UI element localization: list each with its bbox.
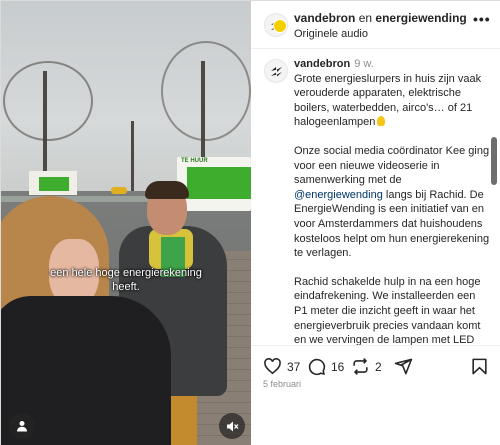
post-date: 5 februari — [263, 379, 302, 389]
bookmark-icon — [472, 358, 487, 375]
repost-icon — [353, 358, 368, 375]
caption-comment: vandebron 9 w. Grote energieslurpers in h… — [251, 49, 500, 345]
like-count: 37 — [287, 359, 301, 374]
comment-bubble-icon — [308, 358, 326, 376]
man-hair — [145, 181, 189, 199]
mention-link[interactable]: @energiewending — [294, 189, 383, 201]
video-car — [111, 187, 127, 194]
mute-button[interactable] — [219, 413, 245, 439]
post-window: TE HUUR een hele hoge energierekening he… — [0, 0, 500, 445]
comment-age: 9 w. — [354, 58, 374, 70]
caption-line-1: een hele hoge energierekening — [50, 267, 202, 279]
person-icon — [17, 421, 27, 432]
comments-scrollbar[interactable] — [491, 137, 497, 185]
collaborator-avatar[interactable] — [273, 19, 287, 33]
comment-para1: Grote energieslurpers in huis zijn vaak … — [294, 72, 482, 129]
share-action[interactable] — [394, 357, 413, 376]
caption-line-2: heeft. — [112, 281, 140, 293]
comment-text: vandebron 9 w. Grote energieslurpers in h… — [294, 57, 490, 345]
repost-action[interactable]: 2 — [351, 357, 382, 376]
comment-count: 16 — [331, 359, 345, 374]
save-action[interactable] — [470, 357, 489, 376]
comment-username[interactable]: vandebron — [294, 58, 350, 70]
comment-para2-a: Onze social media coördinator Kee ging v… — [294, 144, 490, 187]
tree-crown — [3, 61, 93, 141]
speaker-muted-icon — [226, 421, 238, 431]
original-audio-link[interactable]: Originele audio — [294, 27, 467, 41]
header-text: vandebron en energiewending Originele au… — [294, 11, 467, 41]
video-caption: een hele hoge energierekening heeft. — [1, 266, 251, 294]
video-truck-far — [29, 171, 77, 195]
comment-paragraph-2: Onze social media coördinator Kee ging v… — [294, 144, 490, 261]
header-accounts: vandebron en energiewending — [294, 11, 467, 26]
comment-avatar[interactable] — [264, 59, 288, 83]
comment-action[interactable]: 16 — [307, 357, 344, 376]
repost-count: 2 — [375, 359, 382, 374]
truck-text: TE HUUR — [181, 158, 208, 164]
vandebron-logo-icon — [271, 67, 282, 77]
comment-paragraph-3: Rachid schakelde hulp in na een hoge ein… — [294, 275, 481, 345]
account-link[interactable]: vandebron — [294, 11, 355, 25]
video-truck: TE HUUR — [177, 157, 251, 211]
post-details-panel: vandebron en energiewending Originele au… — [251, 1, 500, 445]
comment-paragraph-1: vandebron 9 w. Grote energieslurpers in h… — [294, 57, 490, 130]
tree-crown — [161, 41, 251, 141]
like-action[interactable]: 37 — [263, 357, 300, 376]
send-icon — [394, 358, 413, 375]
tree-trunk — [131, 121, 134, 191]
heart-icon — [264, 358, 281, 375]
post-header: vandebron en energiewending Originele au… — [251, 1, 500, 49]
header-connector: en — [358, 11, 373, 25]
collaborator-link[interactable]: energiewending — [375, 11, 466, 25]
user-tags-button[interactable] — [9, 413, 35, 439]
more-options-button[interactable]: ••• — [473, 11, 491, 27]
video-player[interactable]: TE HUUR een hele hoge energierekening he… — [1, 1, 251, 445]
lightbulb-icon — [377, 116, 386, 127]
